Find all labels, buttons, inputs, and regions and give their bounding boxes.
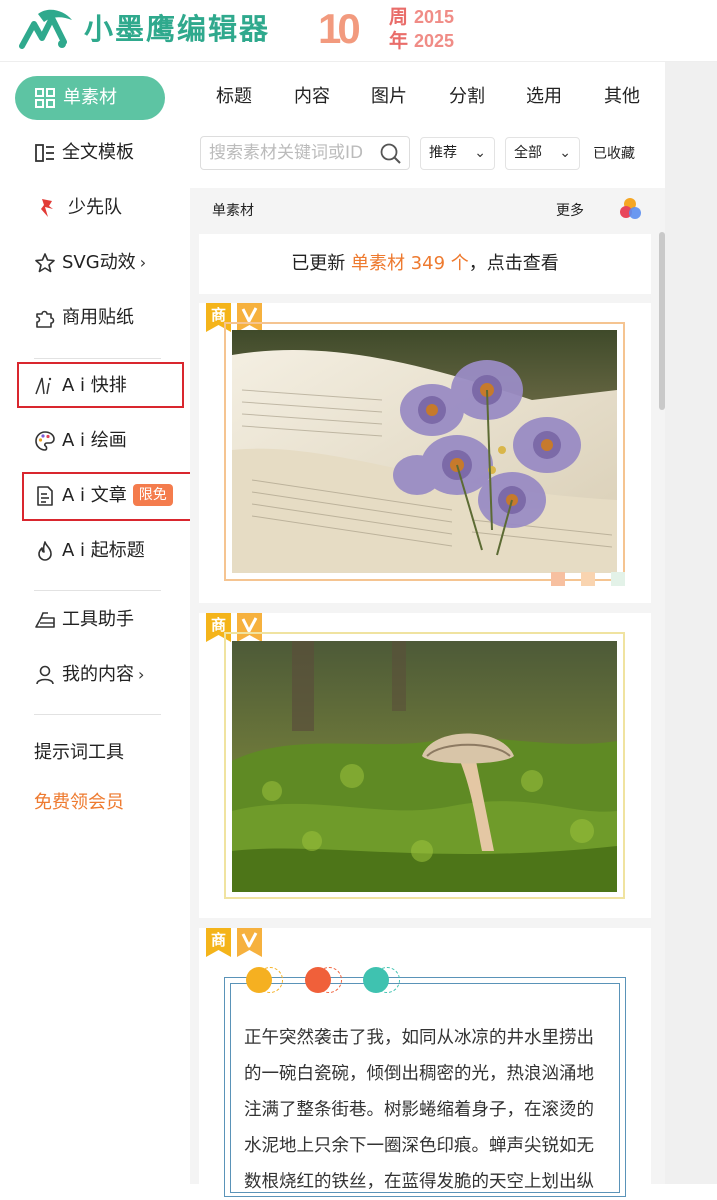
sidebar-item-stickers[interactable]: 商用贴纸 — [34, 298, 134, 338]
material-card[interactable]: 商 — [199, 303, 651, 603]
chevron-down-icon: ⌄ — [474, 145, 486, 161]
sidebar-item-ai-title[interactable]: A i 起标题 — [34, 531, 145, 571]
tab-content[interactable]: 内容 — [294, 83, 330, 111]
sidebar-item-label: SVG动效 — [62, 252, 136, 273]
color-dots-icon[interactable] — [617, 195, 645, 223]
commercial-tag-label: 商 — [211, 931, 226, 949]
material-card[interactable]: 商 — [199, 613, 651, 918]
puzzle-icon — [36, 310, 55, 328]
sidebar-divider — [34, 358, 161, 359]
chevron-right-icon: › — [138, 665, 145, 684]
search-box — [200, 136, 410, 170]
palette-icon — [35, 431, 55, 451]
tab-image[interactable]: 图片 — [371, 83, 407, 111]
brand-name[interactable]: 小墨鹰编辑器 — [84, 10, 270, 48]
highlight-box-ai-article — [22, 472, 192, 521]
more-link[interactable]: 更多 — [556, 200, 584, 222]
decor-dot — [305, 967, 331, 993]
vip-tag-icon — [237, 928, 262, 957]
sidebar-divider — [34, 590, 161, 591]
update-notice[interactable]: 已更新 单素材 349 个，点击查看 — [199, 234, 651, 294]
sidebar-item-single-material[interactable]: 单素材 — [15, 76, 165, 120]
sidebar-item-label: 全文模板 — [62, 142, 134, 163]
article-text: 正午突然袭击了我，如同从冰凉的井水里捞出的一碗白瓷碗，倾倒出稠密的光，热浪汹涌地… — [244, 1028, 594, 1192]
app-header: 小墨鹰编辑器 10 周 年 2015 2025 — [0, 0, 717, 62]
scope-dropdown[interactable]: 全部 ⌄ — [505, 137, 580, 170]
notice-highlight: 单素材 349 个 — [350, 253, 469, 274]
sidebar-item-label: A i 绘画 — [62, 430, 127, 451]
eagle-logo-icon[interactable] — [18, 8, 76, 50]
sidebar-item-tools[interactable]: 工具助手 — [34, 600, 134, 640]
sort-dropdown[interactable]: 推荐 ⌄ — [420, 137, 495, 170]
search-input[interactable] — [209, 141, 369, 165]
prompt-tool-link[interactable]: 提示词工具 — [34, 738, 124, 768]
sidebar-item-label: 单素材 — [63, 87, 117, 108]
scrollbar[interactable] — [659, 232, 665, 410]
sidebar: 单素材 全文模板 少先队 SVG动效 › 商用贴纸 A i 快排 A i 绘画 … — [0, 62, 190, 1184]
collected-link[interactable]: 已收藏 — [593, 143, 635, 165]
user-icon — [36, 665, 54, 685]
notice-prefix: 已更新 — [291, 253, 346, 274]
template-icon — [35, 144, 54, 162]
tab-selected[interactable]: 选用 — [526, 83, 562, 111]
book-flowers-image — [232, 330, 617, 573]
anniversary-char-year: 年 — [389, 30, 409, 52]
chevron-right-icon: › — [139, 253, 147, 272]
material-card[interactable]: 商 正午突然袭击了我，如同从冰凉的井水里捞出的一碗白瓷碗，倾倒出稠密的光，热浪汹… — [199, 928, 651, 1197]
anniversary-year-start: 2015 — [414, 7, 455, 27]
flame-icon — [38, 541, 52, 561]
sidebar-item-label: 少先队 — [68, 197, 122, 218]
grid-icon — [35, 88, 55, 108]
search-icon[interactable] — [379, 142, 403, 166]
sidebar-item-label: A i 起标题 — [62, 540, 145, 561]
swatch — [551, 572, 565, 586]
tab-title[interactable]: 标题 — [216, 83, 252, 111]
sidebar-item-young-pioneers[interactable]: 少先队 — [34, 188, 122, 228]
swatch — [611, 572, 625, 586]
sidebar-item-ai-painting[interactable]: A i 绘画 — [34, 421, 127, 461]
decor-dot — [246, 967, 272, 993]
commercial-tag-icon: 商 — [206, 928, 231, 957]
right-gutter — [665, 62, 717, 1184]
sidebar-divider — [34, 714, 161, 715]
red-scarf-icon — [41, 199, 53, 217]
swatch — [581, 572, 595, 586]
anniversary-char-week: 周 — [389, 6, 409, 28]
free-vip-link[interactable]: 免费领会员 — [34, 788, 124, 818]
chevron-down-icon: ⌄ — [559, 145, 571, 161]
sidebar-item-full-template[interactable]: 全文模板 — [34, 133, 134, 173]
sidebar-item-label: 我的内容 — [62, 664, 134, 685]
anniversary-year-end: 2025 — [414, 31, 455, 51]
sidebar-item-svg-effects[interactable]: SVG动效 › — [34, 243, 146, 283]
decor-dot — [363, 967, 389, 993]
sidebar-item-my-content[interactable]: 我的内容 › — [34, 655, 144, 695]
toolbox-icon — [35, 612, 55, 628]
star-icon — [35, 253, 55, 273]
sidebar-item-label: 工具助手 — [62, 609, 134, 630]
mushroom-image — [232, 641, 617, 892]
anniversary-number: 10 — [318, 5, 361, 52]
sort-dropdown-value: 推荐 — [429, 145, 457, 161]
tab-other[interactable]: 其他 — [604, 83, 640, 111]
notice-suffix: ，点击查看 — [468, 253, 559, 274]
section-title: 单素材 — [212, 203, 254, 219]
sidebar-item-label: 商用贴纸 — [62, 307, 134, 328]
highlight-box-ai-layout — [17, 362, 184, 408]
tab-divider[interactable]: 分割 — [449, 83, 485, 111]
scope-dropdown-value: 全部 — [514, 145, 542, 161]
